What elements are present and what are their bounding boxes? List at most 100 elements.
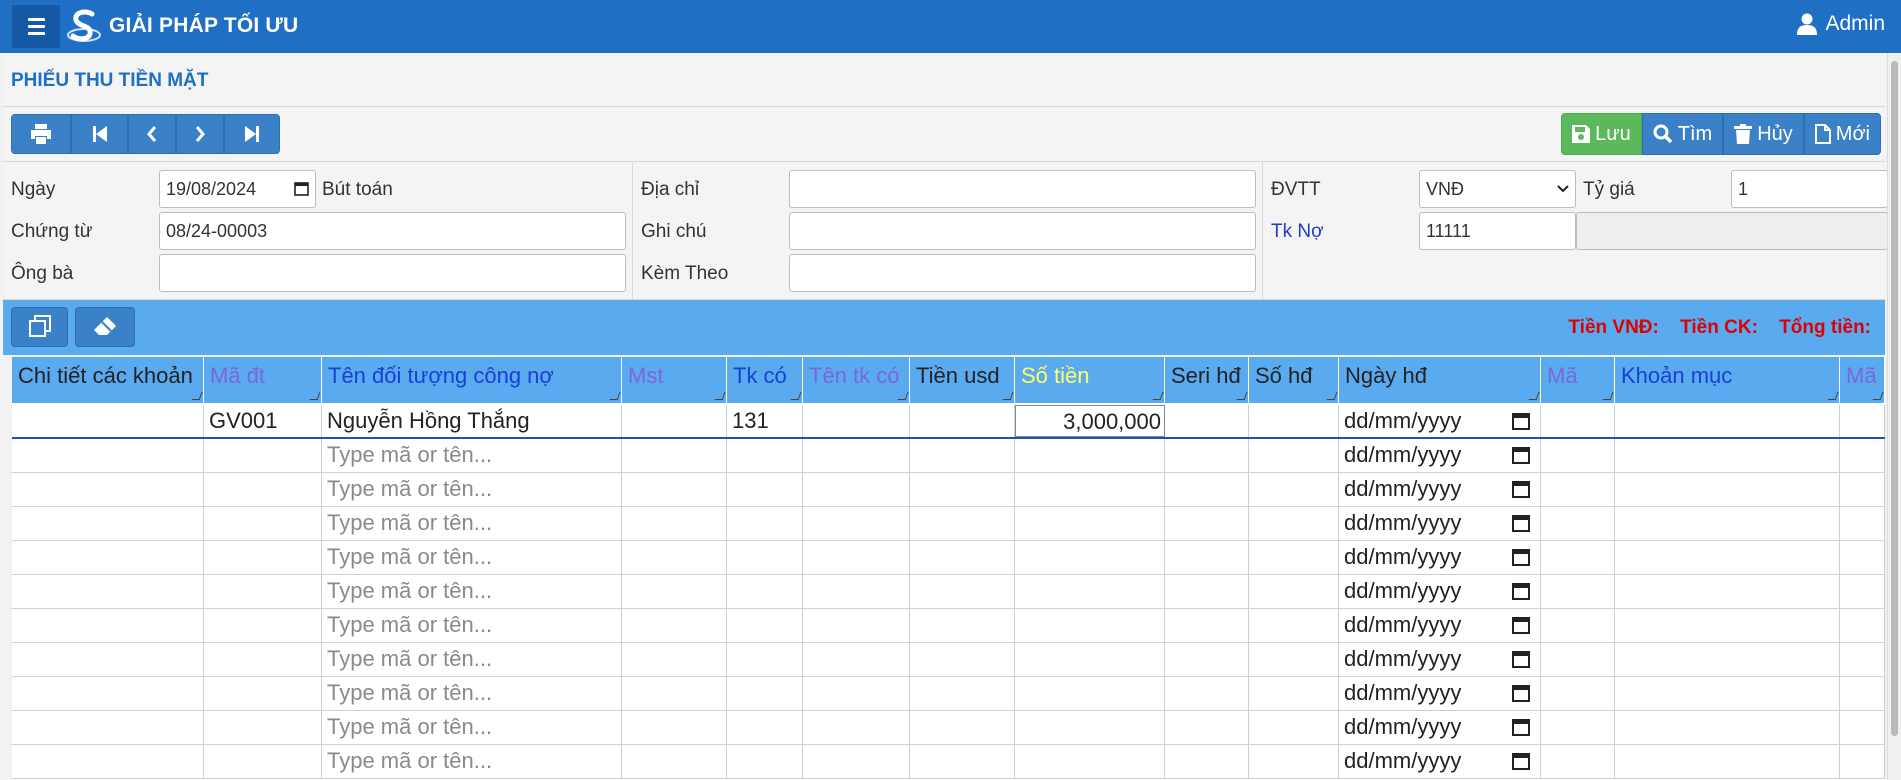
previous-record-button[interactable] [128, 114, 176, 154]
grid-cell-3[interactable] [622, 473, 727, 506]
grid-cell-0[interactable] [12, 541, 204, 574]
grid-cell-6[interactable] [910, 609, 1015, 642]
grid-cell-11[interactable] [1541, 541, 1615, 574]
grid-cell-8[interactable] [1165, 405, 1249, 437]
grid-cell-3[interactable] [622, 439, 727, 472]
grid-cell-10[interactable]: dd/mm/yyyy [1339, 745, 1541, 778]
grid-cell-0[interactable] [12, 609, 204, 642]
grid-cell-3[interactable] [622, 609, 727, 642]
grid-cell-4[interactable] [727, 439, 803, 472]
grid-cell-6[interactable] [910, 711, 1015, 744]
grid-cell-13[interactable] [1840, 575, 1885, 608]
calendar-icon[interactable] [1512, 480, 1530, 498]
grid-header-11[interactable]: Mã [1541, 357, 1615, 403]
address-input[interactable] [789, 170, 1256, 208]
grid-cell-8[interactable] [1165, 643, 1249, 676]
column-resize-icon[interactable] [1827, 392, 1839, 400]
grid-cell-12[interactable] [1615, 507, 1840, 540]
grid-cell-8[interactable] [1165, 439, 1249, 472]
grid-cell-9[interactable] [1249, 541, 1339, 574]
grid-cell-1[interactable] [204, 677, 322, 710]
grid-cell-7[interactable] [1015, 439, 1165, 472]
grid-cell-13[interactable] [1840, 609, 1885, 642]
grid-cell-13[interactable] [1840, 473, 1885, 506]
grid-cell-4[interactable] [727, 711, 803, 744]
grid-cell-1[interactable] [204, 609, 322, 642]
calendar-icon[interactable] [1512, 582, 1530, 600]
grid-cell-3[interactable] [622, 745, 727, 778]
grid-cell-3[interactable] [622, 541, 727, 574]
grid-cell-8[interactable] [1165, 541, 1249, 574]
grid-header-10[interactable]: Ngày hđ [1339, 357, 1541, 403]
find-button[interactable]: Tìm [1641, 113, 1724, 155]
grid-cell-11[interactable] [1541, 677, 1615, 710]
grid-header-8[interactable]: Seri hđ [1165, 357, 1249, 403]
grid-cell-13[interactable] [1840, 745, 1885, 778]
payer-input[interactable] [159, 254, 626, 292]
grid-cell-5[interactable] [803, 745, 910, 778]
grid-cell-1[interactable]: GV001 [204, 405, 322, 437]
grid-cell-2[interactable]: Type mã or tên... [322, 439, 622, 472]
grid-header-7[interactable]: Số tiền [1015, 357, 1165, 403]
grid-cell-12[interactable] [1615, 643, 1840, 676]
grid-cell-4[interactable] [727, 507, 803, 540]
grid-header-13[interactable]: Mã [1840, 357, 1885, 403]
scrollbar-thumb[interactable] [1891, 61, 1898, 736]
grid-cell-9[interactable] [1249, 643, 1339, 676]
grid-cell-0[interactable] [12, 643, 204, 676]
column-resize-icon[interactable] [1002, 392, 1014, 400]
user-menu[interactable]: Admin [1797, 12, 1885, 36]
column-resize-icon[interactable] [714, 392, 726, 400]
grid-cell-3[interactable] [622, 677, 727, 710]
grid-header-0[interactable]: Chi tiết các khoản [12, 357, 204, 403]
grid-cell-0[interactable] [12, 575, 204, 608]
grid-cell-5[interactable] [803, 609, 910, 642]
grid-cell-11[interactable] [1541, 473, 1615, 506]
grid-cell-2[interactable]: Type mã or tên... [322, 473, 622, 506]
grid-cell-1[interactable] [204, 643, 322, 676]
grid-cell-2[interactable]: Type mã or tên... [322, 575, 622, 608]
grid-cell-11[interactable] [1541, 405, 1615, 437]
grid-cell-8[interactable] [1165, 609, 1249, 642]
grid-cell-13[interactable] [1840, 439, 1885, 472]
grid-cell-12[interactable] [1615, 745, 1840, 778]
save-button[interactable]: Lưu [1561, 113, 1642, 155]
calendar-icon[interactable] [1512, 650, 1530, 668]
grid-cell-1[interactable] [204, 711, 322, 744]
grid-cell-1[interactable] [204, 575, 322, 608]
grid-cell-3[interactable] [622, 711, 727, 744]
grid-cell-6[interactable] [910, 677, 1015, 710]
grid-cell-5[interactable] [803, 575, 910, 608]
grid-cell-10[interactable]: dd/mm/yyyy [1339, 643, 1541, 676]
calendar-icon[interactable] [294, 181, 309, 196]
copy-row-button[interactable] [11, 307, 68, 347]
grid-cell-6[interactable] [910, 541, 1015, 574]
grid-cell-5[interactable] [803, 541, 910, 574]
grid-cell-5[interactable] [803, 643, 910, 676]
grid-cell-2[interactable]: Type mã or tên... [322, 609, 622, 642]
grid-header-3[interactable]: Mst [622, 357, 727, 403]
grid-cell-2[interactable]: Type mã or tên... [322, 643, 622, 676]
grid-cell-7[interactable] [1015, 643, 1165, 676]
grid-cell-10[interactable]: dd/mm/yyyy [1339, 439, 1541, 472]
grid-cell-10[interactable]: dd/mm/yyyy [1339, 609, 1541, 642]
calendar-icon[interactable] [1512, 616, 1530, 634]
grid-cell-2[interactable]: Type mã or tên... [322, 745, 622, 778]
grid-cell-7[interactable] [1015, 541, 1165, 574]
currency-select[interactable]: VNĐ [1419, 170, 1576, 208]
grid-cell-12[interactable] [1615, 405, 1840, 437]
grid-cell-12[interactable] [1615, 541, 1840, 574]
date-input[interactable]: 19/08/2024 [159, 170, 316, 208]
grid-cell-9[interactable] [1249, 473, 1339, 506]
cancel-button[interactable]: Hủy [1723, 113, 1804, 155]
grid-cell-0[interactable] [12, 745, 204, 778]
grid-cell-6[interactable] [910, 575, 1015, 608]
grid-cell-6[interactable] [910, 439, 1015, 472]
grid-cell-12[interactable] [1615, 575, 1840, 608]
grid-cell-2[interactable]: Type mã or tên... [322, 541, 622, 574]
grid-cell-4[interactable] [727, 575, 803, 608]
calendar-icon[interactable] [1512, 548, 1530, 566]
grid-cell-11[interactable] [1541, 745, 1615, 778]
grid-cell-4[interactable] [727, 677, 803, 710]
column-resize-icon[interactable] [191, 392, 203, 400]
